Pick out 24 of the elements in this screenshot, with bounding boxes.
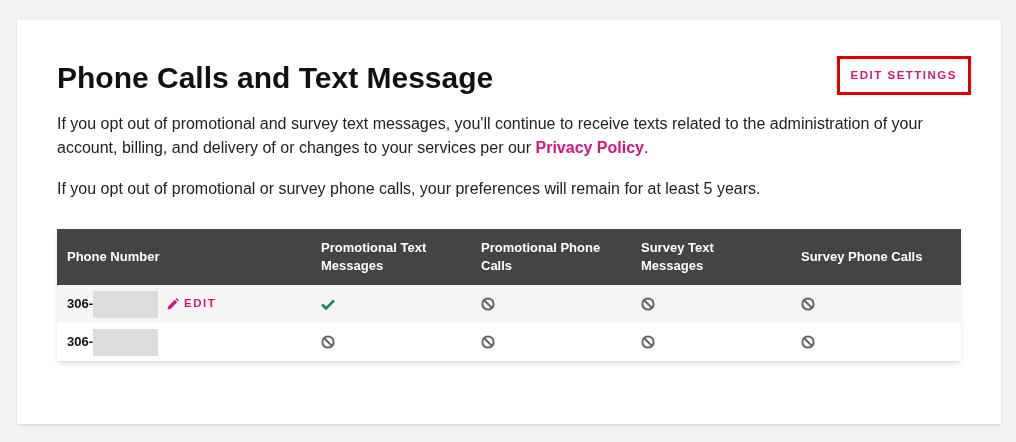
redacted-blur <box>93 290 159 318</box>
info-paragraph: If you opt out of promotional or survey phone calls, your preferences will remain for at least 5 years. <box>57 179 762 199</box>
blocked-icon <box>801 335 815 349</box>
column-header: Phone Number <box>67 248 161 266</box>
blocked-icon <box>801 297 815 311</box>
blocked-icon <box>481 335 495 349</box>
blocked-icon <box>641 335 655 349</box>
blocked-icon <box>481 297 495 311</box>
blocked-icon <box>641 297 655 311</box>
column-header: Survey Text Messages <box>641 239 715 275</box>
page-title: Phone Calls and Text Message <box>57 60 494 96</box>
column-header: Survey Phone Calls <box>801 248 924 266</box>
blocked-icon <box>321 335 335 349</box>
edit-link[interactable]: EDIT <box>167 295 217 313</box>
info-paragraph: If you opt out of promotional and survey text messages, you'll continue to receive texts related to the administration of your account, billing, and delivery of or changes to your services per our Privacy Policy. <box>57 114 924 158</box>
column-header: Promotional Phone Calls <box>481 239 602 275</box>
phone-number: 306- <box>67 333 94 352</box>
phone-number: 306- <box>67 295 94 314</box>
pencil-icon <box>167 298 180 310</box>
check-icon <box>321 298 335 310</box>
column-header: Promotional Text Messages <box>321 239 428 275</box>
edit-settings-link[interactable]: EDIT SETTINGS <box>836 56 971 96</box>
redacted-blur <box>93 328 159 356</box>
privacy-policy-link[interactable]: Privacy Policy <box>535 139 644 156</box>
